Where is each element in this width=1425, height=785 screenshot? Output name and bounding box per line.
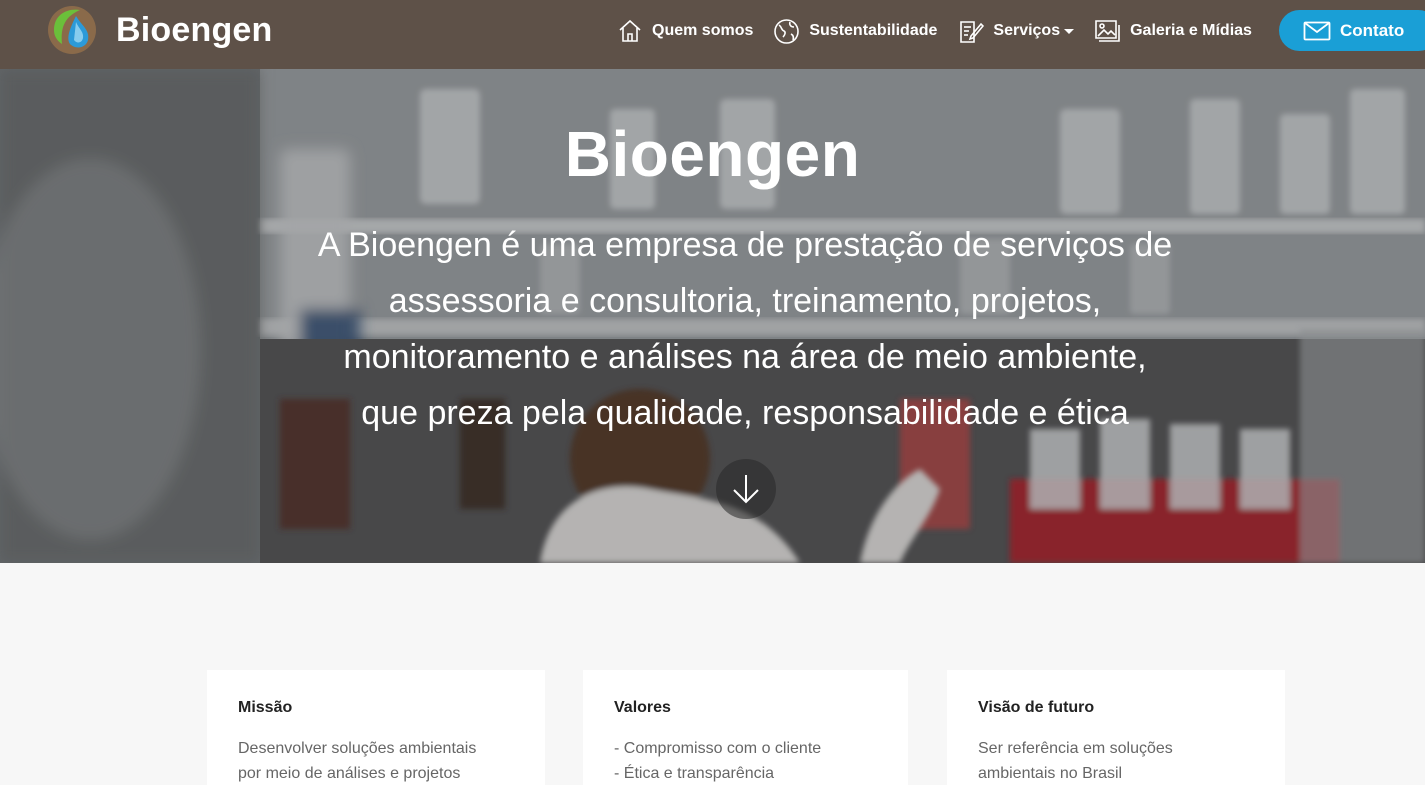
globe-icon (774, 18, 800, 44)
scroll-down-button[interactable] (716, 459, 776, 519)
card-line: - Ética e transparência (614, 765, 775, 782)
brand-name: Bioengen (116, 10, 273, 49)
hero-title: Bioengen (564, 118, 861, 190)
card-text: Desenvolver soluções ambientais por meio… (238, 736, 514, 785)
card-title: Missão (238, 699, 293, 716)
contact-label: Contato (1340, 20, 1405, 40)
nav-label: Galeria e Mídias (1130, 22, 1252, 39)
home-icon (619, 19, 641, 42)
hero-line: A Bioengen é uma empresa de prestação de… (317, 226, 1173, 264)
card-valores: Valores - Compromisso com o cliente - Ét… (583, 670, 908, 785)
card-line: ambientais no Brasil (978, 765, 1123, 782)
hero-description: A Bioengen é uma empresa de prestação de… (262, 217, 1228, 441)
card-title: Visão de futuro (978, 699, 1095, 716)
nav-item-servicos[interactable]: Serviços (957, 18, 1075, 45)
card-missao: Missão Desenvolver soluções ambientais p… (207, 670, 545, 785)
nav-label: Sustentabilidade (809, 22, 938, 39)
arrow-down-icon (733, 475, 759, 504)
chevron-down-icon (1064, 28, 1075, 34)
nav-item-galeria[interactable]: Galeria e Mídias (1094, 18, 1252, 45)
edit-document-icon (960, 20, 985, 43)
main-nav: Quem somos Sustentabilidade Serviços Gal… (617, 0, 1272, 62)
bioengen-logo-icon (48, 6, 96, 54)
gallery-icon (1095, 19, 1120, 42)
hero-section: Bioengen A Bioengen é uma empresa de pre… (0, 69, 1425, 563)
brand-link[interactable]: Bioengen (46, 4, 273, 56)
nav-label: Serviços (993, 22, 1061, 39)
card-line: Desenvolver soluções ambientais (238, 740, 477, 757)
hero-line: monitoramento e análises na área de meio… (343, 338, 1147, 376)
card-line: - Compromisso com o cliente (614, 740, 822, 757)
top-navbar: Bioengen Quem somos Sustentabilidade Ser… (0, 0, 1425, 69)
mail-icon (1303, 21, 1331, 40)
card-line: Ser referência em soluções (978, 740, 1173, 757)
card-line: por meio de análises e projetos (238, 765, 461, 782)
card-title: Valores (614, 699, 671, 716)
card-visao-de-futuro: Visão de futuro Ser referência em soluçõ… (947, 670, 1285, 785)
hero-line: que preza pela qualidade, responsabilida… (361, 394, 1129, 432)
contact-button[interactable]: Contato (1279, 10, 1425, 51)
card-text: - Compromisso com o cliente - Ética e tr… (614, 736, 877, 785)
card-text: Ser referência em soluções ambientais no… (978, 736, 1254, 785)
nav-label: Quem somos (652, 22, 754, 39)
hero-line: assessoria e consultoria, treinamento, p… (388, 282, 1102, 320)
nav-item-sustentabilidade[interactable]: Sustentabilidade (773, 18, 937, 45)
nav-item-quem-somos[interactable]: Quem somos (617, 18, 753, 44)
